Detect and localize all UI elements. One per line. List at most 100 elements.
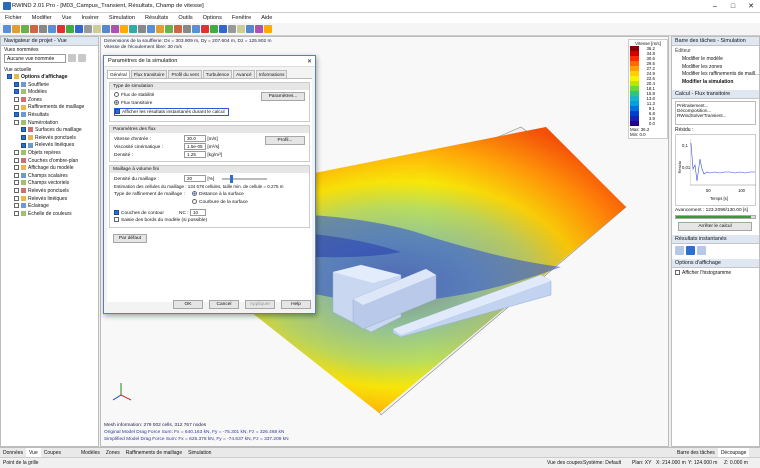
dialog-tab[interactable]: Turbulence: [202, 70, 233, 78]
tree-item-checkbox[interactable]: [14, 203, 19, 209]
delete-view-icon[interactable]: [78, 54, 86, 62]
tree-item-checkbox[interactable]: [14, 150, 19, 156]
dialog-tab[interactable]: Informations: [255, 70, 288, 78]
result-type-icon[interactable]: [675, 246, 684, 255]
menu-item-4[interactable]: Simulation: [104, 13, 140, 23]
tree-item[interactable]: Échelle de couleurs: [7, 211, 98, 219]
tree-item[interactable]: Surfaces du maillage: [7, 127, 98, 135]
menu-item-5[interactable]: Résultats: [140, 13, 173, 23]
tree-item-checkbox[interactable]: [14, 112, 19, 118]
tree-item[interactable]: Numérotation: [7, 120, 98, 128]
tree-item-checkbox[interactable]: [14, 89, 19, 95]
tree-item-checkbox[interactable]: [14, 172, 19, 178]
edit-item[interactable]: Modifier le modèle: [672, 56, 759, 64]
tree-item[interactable]: Zones: [7, 97, 98, 105]
menu-item-3[interactable]: Insérer: [76, 13, 103, 23]
menu-item-6[interactable]: Outils: [173, 13, 197, 23]
refine-distance-radio[interactable]: [192, 191, 197, 197]
transient-flow-radio[interactable]: [114, 100, 119, 106]
tree-item-checkbox[interactable]: [14, 104, 19, 110]
tree-item-checkbox[interactable]: [21, 134, 26, 140]
refine-curvature-radio[interactable]: [192, 199, 197, 205]
dialog-tab[interactable]: Avancé: [233, 70, 255, 78]
tree-item-checkbox[interactable]: [14, 96, 19, 102]
tree-item[interactable]: Relevés linéiques: [7, 142, 98, 150]
toolbar-tool-icon[interactable]: [93, 25, 101, 33]
edit-item[interactable]: Modifier les raffinements de maill...: [672, 71, 759, 79]
tree-item-checkbox[interactable]: [14, 188, 19, 194]
minimize-icon[interactable]: –: [706, 0, 724, 13]
transient-flow-option[interactable]: Flux transitoire: [114, 100, 305, 108]
tree-item-checkbox[interactable]: [14, 81, 19, 87]
default-button[interactable]: Par défaut: [113, 234, 147, 243]
dialog-close-icon[interactable]: ✕: [307, 58, 312, 65]
toolbar-tool-icon[interactable]: [201, 25, 209, 33]
dialog-tab[interactable]: Général: [107, 70, 130, 78]
boundary-layers-checkbox[interactable]: [114, 210, 119, 215]
toolbar-tool-icon[interactable]: [246, 25, 254, 33]
toolbar-tool-icon[interactable]: [210, 25, 218, 33]
maximize-icon[interactable]: □: [724, 0, 742, 13]
toolbar-tool-icon[interactable]: [84, 25, 92, 33]
tree-item[interactable]: Raffinements de maillage: [7, 104, 98, 112]
tree-item[interactable]: Relevés ponctuels: [7, 188, 98, 196]
toolbar-tool-icon[interactable]: [39, 25, 47, 33]
mesh-density-input[interactable]: 20: [184, 175, 206, 182]
menu-item-7[interactable]: Options: [198, 13, 227, 23]
tree-item[interactable]: Modèles: [7, 89, 98, 97]
stop-calculation-button[interactable]: Arrêter le calcul: [678, 222, 752, 231]
menu-item-1[interactable]: Modifier: [27, 13, 57, 23]
tree-item-checkbox[interactable]: [14, 180, 19, 186]
menu-item-8[interactable]: Fenêtre: [227, 13, 256, 23]
menu-item-2[interactable]: Vue: [57, 13, 77, 23]
toolbar-tool-icon[interactable]: [192, 25, 200, 33]
tree-item-checkbox[interactable]: [14, 210, 19, 216]
tree-item-checkbox[interactable]: [21, 127, 26, 133]
tree-item-checkbox[interactable]: [14, 157, 19, 163]
tree-item[interactable]: Relevés linéiques: [7, 196, 98, 204]
tree-item-checkbox[interactable]: [14, 195, 19, 201]
toolbar-tool-icon[interactable]: [129, 25, 137, 33]
tree-item[interactable]: Objets repères: [7, 150, 98, 158]
tree-item[interactable]: Couches d'ombre-plan: [7, 158, 98, 166]
tree-item[interactable]: Soufflerie: [7, 82, 98, 90]
toolbar-tool-icon[interactable]: [48, 25, 56, 33]
toolbar-tool-icon[interactable]: [3, 25, 11, 33]
tree-item[interactable]: Champs vectoriels: [7, 180, 98, 188]
help-button[interactable]: Help: [281, 300, 311, 309]
toolbar-tool-icon[interactable]: [138, 25, 146, 33]
toolbar-tool-icon[interactable]: [219, 25, 227, 33]
profile-button[interactable]: Profil...: [265, 136, 305, 145]
tree-item-checkbox[interactable]: [7, 74, 12, 80]
consider-edges-checkbox[interactable]: [114, 217, 119, 223]
tree-item-checkbox[interactable]: [21, 142, 26, 148]
toolbar-tool-icon[interactable]: [120, 25, 128, 33]
viscosity-input[interactable]: 1.5e-05: [184, 143, 206, 150]
dialog-tab[interactable]: Profil du vent: [168, 70, 202, 78]
menu-item-0[interactable]: Fichier: [0, 13, 27, 23]
save-view-icon[interactable]: [68, 54, 76, 62]
steady-flow-radio[interactable]: [114, 92, 119, 98]
parameters-button[interactable]: Paramètres...: [261, 92, 305, 101]
nc-input[interactable]: 10: [189, 209, 206, 216]
menu-item-9[interactable]: Aide: [256, 13, 277, 23]
toolbar-tool-icon[interactable]: [237, 25, 245, 33]
toolbar-tool-icon[interactable]: [111, 25, 119, 33]
density-input[interactable]: 1.25: [184, 151, 206, 158]
tree-item[interactable]: Affichage du modèle: [7, 165, 98, 173]
toolbar-tool-icon[interactable]: [156, 25, 164, 33]
histogram-checkbox[interactable]: [675, 270, 680, 276]
result-surface-icon[interactable]: [697, 246, 706, 255]
toolbar-tool-icon[interactable]: [12, 25, 20, 33]
toolbar-tool-icon[interactable]: [264, 25, 272, 33]
edit-item[interactable]: Modifier les zones: [672, 64, 759, 72]
toolbar-tool-icon[interactable]: [147, 25, 155, 33]
tree-item[interactable]: Éclairage: [7, 203, 98, 211]
tree-item-checkbox[interactable]: [14, 119, 19, 125]
speed-input[interactable]: 30.0: [184, 135, 206, 142]
mesh-density-slider[interactable]: [221, 174, 267, 183]
toolbar-tool-icon[interactable]: [183, 25, 191, 33]
toolbar-tool-icon[interactable]: [102, 25, 110, 33]
toolbar-tool-icon[interactable]: [75, 25, 83, 33]
dialog-tab[interactable]: Flux transitoire: [130, 70, 168, 78]
